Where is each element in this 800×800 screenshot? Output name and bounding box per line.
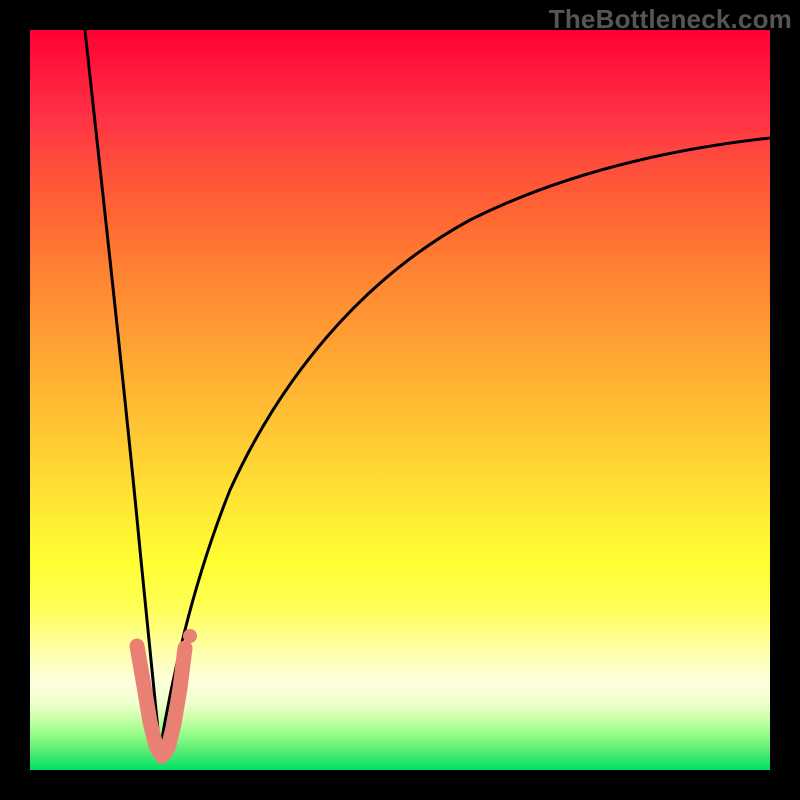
watermark-text: TheBottleneck.com — [549, 4, 792, 35]
minimum-v-marker — [137, 646, 185, 756]
minimum-extra-dot — [183, 629, 197, 643]
plot-area — [30, 30, 770, 770]
curves-layer — [30, 30, 770, 770]
chart-frame: TheBottleneck.com — [0, 0, 800, 800]
curve-left-branch — [85, 30, 160, 750]
curve-right-branch — [160, 138, 770, 750]
